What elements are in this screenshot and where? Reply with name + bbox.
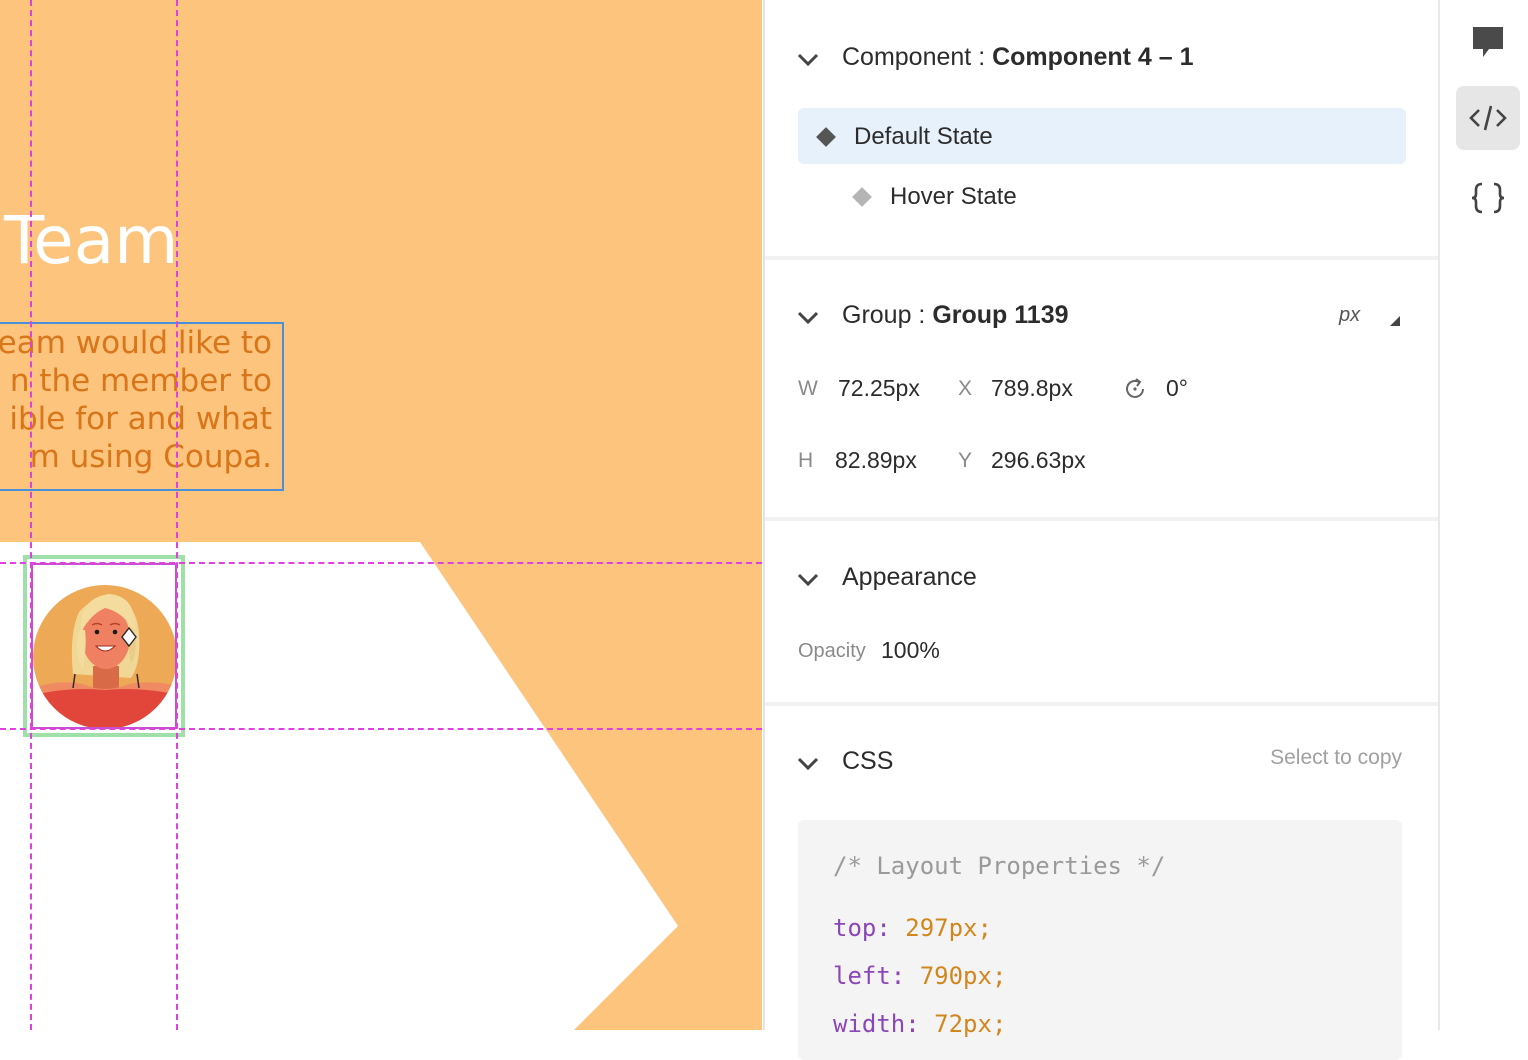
code-line: top: 297px; bbox=[833, 914, 992, 942]
variables-button[interactable] bbox=[1456, 166, 1520, 230]
component-section-title: Component : Component 4 – 1 bbox=[842, 43, 1194, 72]
y-value: 296.63px bbox=[991, 447, 1086, 473]
code-inspect-button[interactable] bbox=[1456, 86, 1520, 150]
chevron-down-icon[interactable] bbox=[797, 573, 819, 587]
code-icon bbox=[1469, 105, 1507, 131]
width-label: W bbox=[798, 377, 818, 400]
unit-selector[interactable]: px bbox=[1339, 304, 1360, 327]
css-section-title: CSS bbox=[842, 747, 894, 775]
chevron-down-icon[interactable] bbox=[797, 53, 819, 67]
inspect-panel: Component : Component 4 – 1 Default Stat… bbox=[765, 0, 1438, 1060]
opacity-label: Opacity bbox=[798, 640, 866, 662]
code-value: 297px; bbox=[905, 914, 992, 942]
code-value: 790px; bbox=[919, 962, 1007, 990]
design-canvas[interactable]: Team eam would like to n the member to i… bbox=[0, 0, 762, 1030]
chevron-down-icon[interactable] bbox=[797, 311, 819, 325]
code-value: 72px; bbox=[934, 1010, 1007, 1038]
comments-button[interactable] bbox=[1456, 10, 1520, 74]
state-label: Default State bbox=[854, 123, 993, 150]
vertical-guide bbox=[30, 0, 32, 1030]
appearance-section-title: Appearance bbox=[842, 563, 977, 591]
code-property: top: bbox=[833, 914, 891, 942]
state-label: Hover State bbox=[890, 183, 1017, 210]
right-tool-rail bbox=[1440, 0, 1528, 1030]
component-bounds-frame bbox=[31, 563, 177, 729]
y-label: Y bbox=[958, 449, 973, 472]
opacity-value: 100% bbox=[881, 637, 940, 663]
section-divider bbox=[765, 702, 1438, 706]
rotation-value: 0° bbox=[1166, 375, 1188, 401]
code-line: width: 72px; bbox=[833, 1010, 1006, 1038]
group-name: Group 1139 bbox=[932, 301, 1069, 329]
width-value: 72.25px bbox=[838, 375, 920, 401]
code-property: left: bbox=[833, 962, 906, 990]
group-section-title: Group : Group 1139 bbox=[842, 301, 1069, 330]
x-value: 789.8px bbox=[991, 375, 1073, 401]
component-prefix: Component : bbox=[842, 43, 993, 71]
braces-icon bbox=[1471, 182, 1505, 214]
section-divider bbox=[765, 256, 1438, 260]
text-selection-box bbox=[0, 322, 284, 491]
select-to-copy-hint: Select to copy bbox=[1270, 746, 1402, 769]
section-divider bbox=[765, 517, 1438, 521]
vertical-guide bbox=[176, 0, 178, 1030]
white-chevron-shape bbox=[0, 542, 678, 1030]
comment-icon bbox=[1473, 27, 1503, 57]
x-label: X bbox=[958, 377, 973, 400]
code-property: width: bbox=[833, 1010, 920, 1038]
component-name: Component 4 – 1 bbox=[992, 43, 1194, 71]
css-code-block[interactable]: /* Layout Properties */ top: 297px; left… bbox=[798, 820, 1402, 1060]
height-value: 82.89px bbox=[835, 447, 917, 473]
height-label: H bbox=[798, 449, 814, 472]
unit-dropdown-icon[interactable] bbox=[1390, 316, 1400, 326]
group-prefix: Group : bbox=[842, 301, 933, 329]
chevron-down-icon[interactable] bbox=[797, 757, 819, 771]
horizontal-guide bbox=[0, 728, 762, 730]
horizontal-guide bbox=[0, 562, 762, 564]
code-line: left: 790px; bbox=[833, 962, 1006, 990]
rotation-icon bbox=[1126, 378, 1144, 398]
code-comment: /* Layout Properties */ bbox=[833, 852, 1166, 880]
